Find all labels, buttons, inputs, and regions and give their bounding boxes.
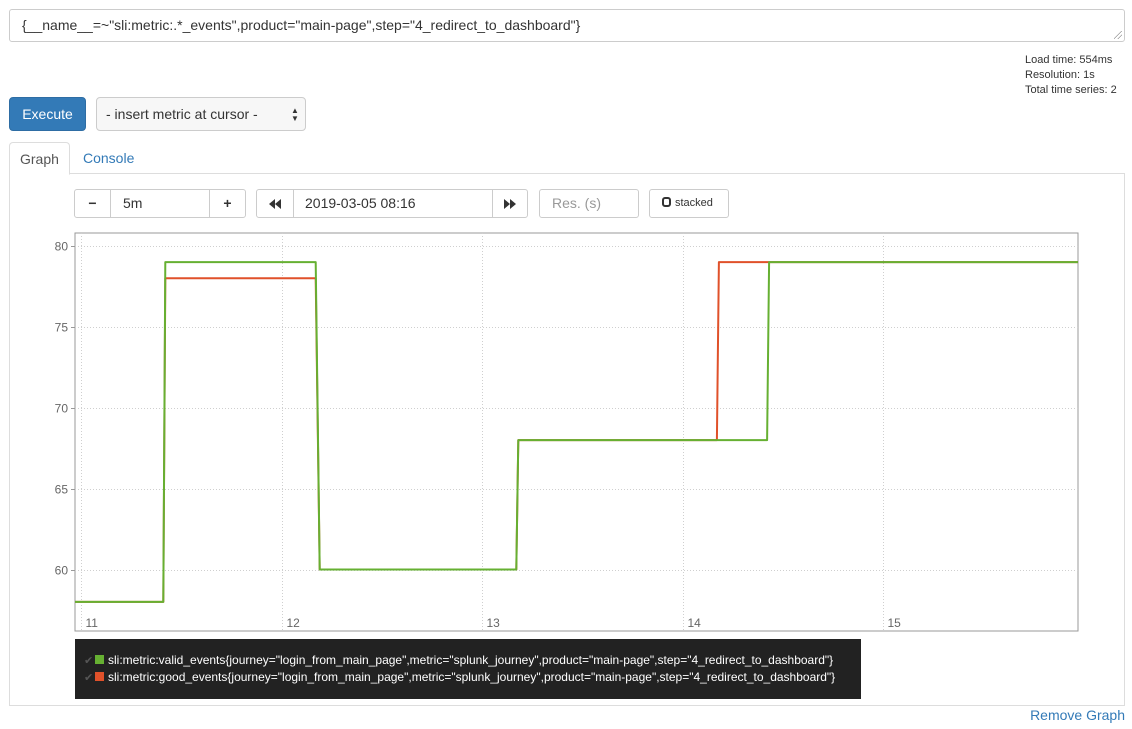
x-tick-label: 11	[86, 616, 99, 630]
x-tick-label: 15	[888, 616, 902, 630]
line-chart: 60 65 70 75 80 11 12 13 14 15	[55, 232, 1079, 632]
y-tick-label: 75	[55, 321, 69, 335]
legend-label: sli:metric:valid_events{journey="login_f…	[108, 653, 834, 667]
series-color-swatch	[95, 672, 104, 681]
legend-item[interactable]: ✔ sli:metric:valid_events{journey="login_…	[75, 652, 861, 669]
series-line	[75, 261, 1078, 603]
series-color-swatch	[95, 655, 104, 664]
y-tick-label: 65	[55, 483, 69, 497]
series-line	[75, 261, 1078, 603]
plot-area	[74, 232, 1079, 632]
legend-item[interactable]: ✔ sli:metric:good_events{journey="login_f…	[75, 669, 861, 686]
x-tick-label: 13	[487, 616, 501, 630]
legend-label: sli:metric:good_events{journey="login_fr…	[108, 670, 836, 684]
remove-graph-link[interactable]: Remove Graph	[1030, 707, 1125, 723]
y-tick-label: 60	[55, 564, 69, 578]
check-icon: ✔	[84, 655, 94, 667]
x-tick-label: 12	[287, 616, 301, 630]
y-tick-label: 80	[55, 240, 69, 254]
graph-legend: ✔ sli:metric:valid_events{journey="login_…	[75, 639, 861, 699]
y-tick-label: 70	[55, 402, 69, 416]
x-tick-label: 14	[688, 616, 702, 630]
check-icon: ✔	[84, 672, 94, 684]
